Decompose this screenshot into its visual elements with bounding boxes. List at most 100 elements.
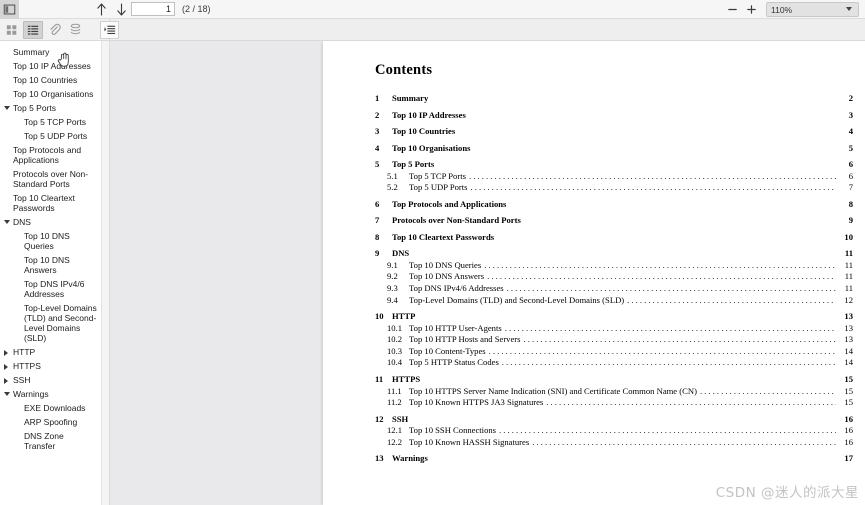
toc-entry[interactable]: 3 Top 10 Countries 4 (375, 126, 853, 136)
chevron-down-icon[interactable] (4, 392, 10, 396)
outline-item[interactable]: Top DNS IPv4/6 Addresses (0, 277, 101, 301)
table-of-contents: 1 Summary 2 2 Top 10 IP Addresses 3 3 Top 10 Co… (375, 93, 853, 463)
zoom-controls: 110% (724, 0, 859, 19)
zoom-out-button[interactable] (724, 1, 741, 18)
toc-entry[interactable]: 10.4 Top 5 HTTP Status Codes.............… (375, 357, 853, 367)
zoom-level-select[interactable]: 110% (766, 2, 859, 17)
toc-entry-page: 7 (848, 182, 853, 193)
toc-entry-label: Top 5 Ports (392, 159, 435, 169)
toc-entry[interactable]: 11 HTTPS 15 (375, 374, 853, 384)
toc-entry-number: 13 (375, 453, 384, 464)
page-number-input[interactable] (131, 2, 175, 16)
chevron-down-icon[interactable] (4, 106, 10, 110)
sidebar-scrollbar[interactable] (102, 41, 110, 505)
toc-entry-label: Top 10 DNS Queries (409, 259, 482, 270)
toc-entry[interactable]: 9.3 Top DNS IPv4/6 Addresses.............… (375, 283, 853, 293)
toc-entry[interactable]: 9.4 Top-Level Domains (TLD) and Second-Le… (375, 295, 853, 305)
toc-entry[interactable]: 10.3 Top 10 Content-Types................… (375, 346, 853, 356)
layers-stack-icon[interactable] (65, 21, 85, 39)
outline-item[interactable]: Top 10 IP Addresses (0, 59, 101, 73)
toc-entry[interactable]: 10 HTTP 13 (375, 311, 853, 321)
toc-entry-number: 10.3 (387, 345, 403, 356)
toc-entry-label: Top 10 HTTP User-Agents (409, 322, 502, 333)
outline-item[interactable]: DNS (0, 215, 101, 229)
toc-entry[interactable]: 10.2 Top 10 HTTP Hosts and Servers.......… (375, 334, 853, 344)
previous-page-button[interactable] (91, 0, 111, 18)
current-outline-item-icon[interactable] (100, 21, 119, 39)
page-viewer[interactable]: Contents 1 Summary 2 2 Top 10 IP Addresses 3 3… (111, 41, 865, 505)
toc-entry-number: 12.1 (387, 425, 403, 436)
outline-item[interactable]: DNS Zone Transfer (0, 429, 101, 453)
zoom-in-button[interactable] (743, 1, 760, 18)
toc-entry[interactable]: 6 Top Protocols and Applications 8 (375, 199, 853, 209)
outline-item[interactable]: Top 10 Countries (0, 73, 101, 87)
toc-entry-label: Top-Level Domains (TLD) and Second-Level… (409, 294, 625, 305)
chevron-right-icon[interactable] (4, 378, 8, 384)
toc-entry[interactable]: 2 Top 10 IP Addresses 3 (375, 110, 853, 120)
outline-item[interactable]: Top 10 DNS Answers (0, 253, 101, 277)
toc-entry[interactable]: 5.2 Top 5 UDP Ports......................… (375, 182, 853, 192)
toc-entry[interactable]: 8 Top 10 Cleartext Passwords 10 (375, 232, 853, 242)
toc-entry-page: 2 (848, 93, 853, 103)
outline-item[interactable]: Top 10 Cleartext Passwords (0, 191, 101, 215)
toc-entry[interactable]: 4 Top 10 Organisations 5 (375, 143, 853, 153)
toc-entry[interactable]: 5.1 Top 5 TCP Ports......................… (375, 171, 853, 181)
toc-leader-dots: ........................................… (499, 425, 836, 436)
toc-entry[interactable]: 13 Warnings 17 (375, 453, 853, 463)
outline-item[interactable]: Summary (0, 45, 101, 59)
toc-leader-dots: ........................................… (484, 259, 836, 270)
toc-entry-label: Top Protocols and Applications (392, 198, 507, 209)
outline-item[interactable]: Top Protocols and Applications (0, 143, 101, 167)
chevron-right-icon[interactable] (4, 350, 8, 356)
toc-entry-number: 12.2 (387, 436, 403, 447)
outline-item[interactable]: HTTPS (0, 359, 101, 373)
outline-item[interactable]: Top 10 DNS Queries (0, 229, 101, 253)
outline-item-label: Top Protocols and Applications (13, 145, 82, 165)
toc-entry[interactable]: 11.1 Top 10 HTTPS Server Name Indication … (375, 386, 853, 396)
toc-entry[interactable]: 10.1 Top 10 HTTP User-Agents.............… (375, 323, 853, 333)
toc-entry-number: 9 (375, 248, 380, 259)
toc-entry[interactable]: 11.2 Top 10 Known HTTPS JA3 Signatures...… (375, 397, 853, 407)
toc-entry-page: 13 (844, 311, 853, 322)
outline-list: Summary Top 10 IP Addresses Top 10 Countri… (0, 41, 101, 453)
toc-entry-label: Top 10 DNS Answers (409, 271, 485, 282)
toc-entry[interactable]: 1 Summary 2 (375, 93, 853, 103)
toc-entry[interactable]: 5 Top 5 Ports 6 (375, 159, 853, 169)
toc-entry[interactable]: 9.2 Top 10 DNS Answers...................… (375, 271, 853, 281)
outline-item[interactable]: HTTP (0, 345, 101, 359)
toc-entry-page: 15 (844, 385, 853, 396)
outline-item-label: Top DNS IPv4/6 Addresses (24, 279, 85, 299)
outline-item[interactable]: SSH (0, 373, 101, 387)
toc-entry[interactable]: 9.1 Top 10 DNS Queries...................… (375, 260, 853, 270)
toc-entry[interactable]: 12 SSH 16 (375, 414, 853, 424)
thumbnails-grid-icon[interactable] (2, 21, 22, 39)
chevron-right-icon[interactable] (4, 364, 8, 370)
toc-entry[interactable]: 7 Protocols over Non-Standard Ports 9 (375, 215, 853, 225)
toc-entry[interactable]: 12.1 Top 10 SSH Connections..............… (375, 425, 853, 435)
toc-leader-dots: ........................................… (488, 345, 836, 356)
outline-item[interactable]: Top-Level Domains (TLD) and Second-Level… (0, 301, 101, 345)
outline-item[interactable]: Protocols over Non-Standard Ports (0, 167, 101, 191)
outline-item[interactable]: Top 5 UDP Ports (0, 129, 101, 143)
outline-item[interactable]: ARP Spoofing (0, 415, 101, 429)
document-outline-icon[interactable] (23, 20, 43, 39)
outline-sidebar[interactable]: Summary Top 10 IP Addresses Top 10 Countri… (0, 41, 102, 505)
chevron-down-icon[interactable] (4, 220, 10, 224)
main-toolbar: (2 / 18) 110% (0, 0, 865, 19)
toc-entry-label: Top 10 Countries (392, 126, 456, 136)
outline-item[interactable]: Top 5 TCP Ports (0, 115, 101, 129)
pdf-viewer-window: (2 / 18) 110% (0, 0, 865, 505)
paperclip-icon[interactable] (44, 21, 64, 39)
next-page-button[interactable] (111, 0, 131, 18)
toc-entry-label: Top 10 HTTP Hosts and Servers (409, 334, 521, 345)
toc-entry-number: 9.2 (387, 271, 398, 282)
toc-entry-page: 4 (848, 126, 853, 136)
outline-item[interactable]: EXE Downloads (0, 401, 101, 415)
toc-entry[interactable]: 9 DNS 11 (375, 248, 853, 258)
sidebar-panel-icon[interactable] (0, 0, 19, 19)
toc-entry-page: 11 (844, 271, 853, 282)
outline-item[interactable]: Top 5 Ports (0, 101, 101, 115)
outline-item[interactable]: Warnings (0, 387, 101, 401)
outline-item[interactable]: Top 10 Organisations (0, 87, 101, 101)
toc-entry[interactable]: 12.2 Top 10 Known HASSH Signatures.......… (375, 437, 853, 447)
